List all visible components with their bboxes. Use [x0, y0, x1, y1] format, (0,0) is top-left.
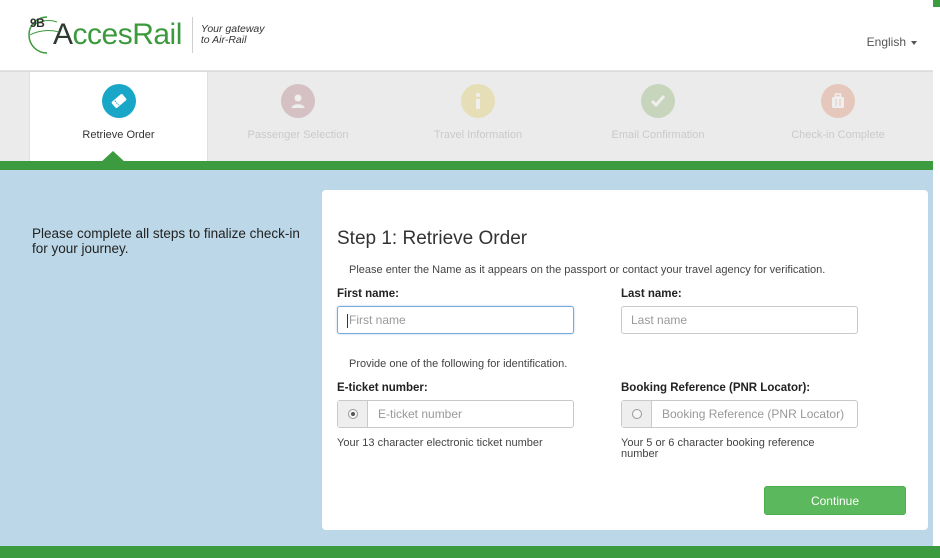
first-name-input[interactable]: First name: [337, 306, 574, 334]
logo-code: 9B: [30, 16, 45, 30]
retrieve-order-form: Step 1: Retrieve Order Please enter the …: [322, 190, 928, 530]
form-title: Step 1: Retrieve Order: [337, 228, 528, 249]
logo-wordmark: AccesRail: [53, 18, 182, 51]
logo-emblem-icon: 9B: [25, 13, 69, 57]
identification-hint: Provide one of the following for identif…: [349, 358, 568, 370]
step-label: Passenger Selection: [247, 129, 349, 141]
last-name-input[interactable]: Last name: [621, 306, 858, 334]
language-label: English: [866, 35, 906, 49]
ticket-icon: [101, 84, 136, 118]
eticket-input[interactable]: E-ticket number: [368, 401, 573, 427]
eticket-label: E-ticket number:: [337, 382, 428, 394]
eticket-helper: Your 13 character electronic ticket numb…: [337, 437, 543, 449]
logo-divider: [191, 17, 193, 53]
language-selector[interactable]: English: [867, 35, 917, 49]
pnr-input-group: Booking Reference (PNR Locator): [621, 400, 858, 428]
eticket-radio[interactable]: [338, 401, 368, 427]
first-name-label: First name:: [337, 288, 399, 300]
step-label: Travel Information: [433, 129, 523, 141]
step-passenger-selection[interactable]: Passenger Selection: [208, 72, 388, 162]
step-label: Email Confirmation: [611, 129, 705, 141]
checkmark-icon: [641, 84, 675, 118]
pnr-label: Booking Reference (PNR Locator):: [621, 382, 811, 394]
header: 9B AccesRail Your gateway to Air-Rail En…: [0, 0, 933, 71]
steps-bar: Retrieve Order Passenger Selection Trave…: [0, 71, 933, 162]
step-travel-information[interactable]: Travel Information: [388, 72, 568, 162]
intro-text: Please complete all steps to finalize ch…: [32, 226, 300, 256]
name-hint: Please enter the Name as it appears on t…: [349, 264, 826, 276]
radio-checked-icon: [347, 409, 358, 419]
pnr-helper: Your 5 or 6 character booking reference …: [621, 437, 815, 460]
chevron-down-icon: [911, 40, 917, 45]
divider-band: [0, 161, 933, 170]
continue-button[interactable]: Continue: [764, 486, 906, 515]
radio-unchecked-icon: [631, 409, 642, 419]
pnr-input[interactable]: Booking Reference (PNR Locator): [652, 401, 857, 427]
last-name-label: Last name:: [621, 288, 682, 300]
eticket-input-group: E-ticket number: [337, 400, 574, 428]
pnr-radio[interactable]: [622, 401, 652, 427]
step-check-in-complete[interactable]: Check-in Complete: [748, 72, 928, 162]
main-content: Please complete all steps to finalize ch…: [0, 170, 933, 546]
accesrail-logo[interactable]: 9B AccesRail Your gateway to Air-Rail: [25, 12, 265, 58]
person-icon: [281, 84, 315, 118]
step-retrieve-order[interactable]: Retrieve Order: [29, 72, 208, 162]
step-label: Check-in Complete: [791, 129, 885, 141]
luggage-icon: [821, 84, 855, 118]
step-label: Retrieve Order: [82, 129, 155, 141]
info-icon: [461, 84, 495, 118]
logo-tagline: Your gateway to Air-Rail: [200, 23, 265, 46]
step-email-confirmation[interactable]: Email Confirmation: [568, 72, 748, 162]
bottom-band: [0, 546, 940, 558]
